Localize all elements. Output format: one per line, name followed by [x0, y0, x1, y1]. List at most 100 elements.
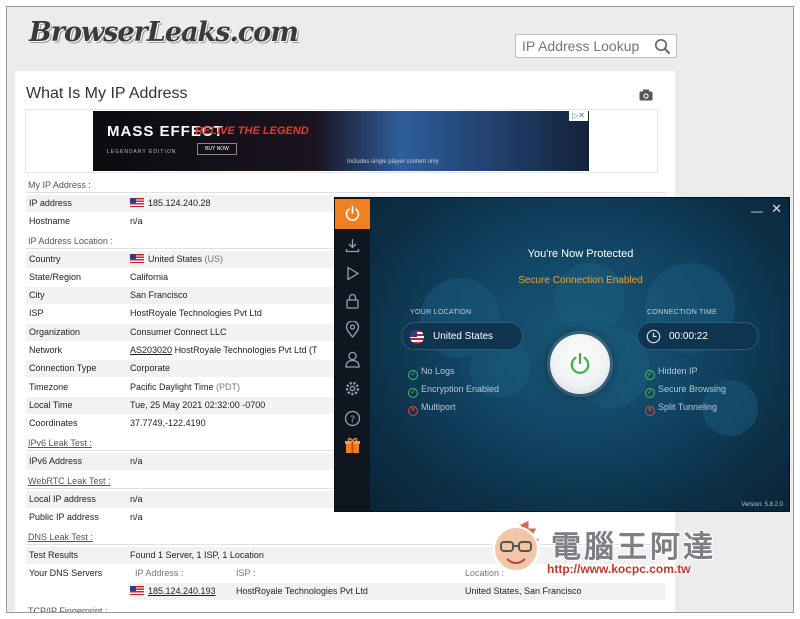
watermark: 電腦王阿達 http://www.kocpc.com.tw: [477, 502, 793, 612]
row-value: HostRoyale Technologies Pvt Ltd: [130, 308, 262, 318]
dns-ip-link[interactable]: 185.124.240.193: [148, 586, 216, 596]
location-value: United States: [433, 331, 494, 342]
us-flag-icon: [410, 330, 424, 344]
power-icon: [570, 352, 590, 374]
ad-fine-print: Includes single player content only: [347, 159, 439, 165]
row-label: State/Region: [29, 272, 82, 282]
row-label: Test Results: [29, 550, 79, 560]
download-icon: [345, 239, 360, 253]
row-value: San Francisco: [130, 290, 188, 300]
site-logo[interactable]: BrowserLeaks.com: [29, 17, 299, 48]
page-title: What Is My IP Address: [26, 85, 188, 102]
asn-link[interactable]: AS203020: [130, 345, 172, 355]
us-flag-icon: [130, 254, 144, 263]
feature-split-tunneling: ✕ Split Tunneling: [645, 402, 717, 416]
row-value: Tue, 25 May 2021 02:32:00 -0700: [130, 400, 266, 410]
dns-ip: 185.124.240.193: [130, 586, 216, 596]
search-box[interactable]: [515, 34, 677, 58]
cross-icon: ✕: [408, 406, 418, 416]
ad-close-icon[interactable]: ▷✕: [569, 111, 588, 121]
check-icon: ✓: [408, 370, 418, 380]
location-label: YOUR LOCATION: [410, 309, 472, 316]
ipv6-test-link[interactable]: IPv6 Leak Test :: [28, 438, 92, 448]
row-label: Public IP address: [29, 512, 99, 522]
feature-multiport: ✕ Multiport: [408, 402, 456, 416]
row-value: AS203020 HostRoyale Technologies Pvt Ltd…: [130, 345, 318, 355]
location-selector[interactable]: United States: [401, 322, 523, 350]
watermark-text: 電腦王阿達: [551, 530, 716, 565]
power-icon: [345, 205, 360, 221]
sidebar-power-tab[interactable]: [335, 199, 370, 229]
camera-icon[interactable]: [639, 89, 653, 101]
feature-hidden-ip: ✓ Hidden IP: [645, 366, 698, 380]
play-icon: [347, 266, 360, 281]
browser-viewport: BrowserLeaks.com What Is My IP Address M…: [6, 6, 794, 613]
sidebar-play-item[interactable]: [335, 259, 370, 289]
row-label: Your DNS Servers: [29, 568, 103, 578]
row-value: 37.7749,-122.4190: [130, 418, 206, 428]
vpn-status-title: You're Now Protected: [527, 248, 634, 260]
search-icon[interactable]: [654, 38, 671, 55]
webrtc-test-link[interactable]: WebRTC Leak Test :: [28, 476, 111, 486]
row-value: 185.124.240.28: [130, 198, 211, 208]
row-label: Network: [29, 345, 63, 355]
sidebar-account-item[interactable]: [335, 345, 370, 375]
gift-icon: [345, 437, 360, 453]
ad-edition: LEGENDARY EDITION: [107, 149, 177, 155]
row-label: Timezone: [29, 382, 69, 392]
connection-time-value: 00:00:22: [669, 331, 708, 342]
clock-icon: [646, 329, 661, 344]
ad-banner[interactable]: MASS EFFECT LEGENDARY EDITION RELIVE THE…: [93, 111, 589, 171]
row-label: Local IP address: [29, 494, 96, 504]
user-icon: [345, 351, 360, 368]
feature-encryption: ✓ Encryption Enabled: [408, 384, 499, 398]
watermark-url: http://www.kocpc.com.tw: [547, 562, 691, 576]
row-label: City: [29, 290, 45, 300]
feature-secure-browsing: ✓ Secure Browsing: [645, 384, 726, 398]
vpn-status-subtitle: Secure Connection Enabled: [518, 275, 643, 286]
row-label: ISP: [29, 308, 44, 318]
row-value: n/a: [130, 456, 143, 466]
connection-time-label: CONNECTION TIME: [647, 309, 718, 316]
sidebar-gift-item[interactable]: [335, 431, 370, 461]
sidebar-lock-item[interactable]: [335, 287, 370, 317]
lock-icon: [346, 293, 359, 309]
section-my-ip: My IP Address :: [26, 178, 666, 193]
row-label: Organization: [29, 327, 81, 337]
check-icon: ✓: [645, 388, 655, 398]
vpn-close-button[interactable]: ✕: [771, 201, 782, 217]
location-pin-icon: [345, 321, 360, 338]
vpn-connect-button[interactable]: [550, 334, 610, 394]
ad-buy-button[interactable]: BUY NOW: [197, 143, 237, 155]
sidebar-help-item[interactable]: ?: [335, 403, 370, 433]
row-value: n/a: [130, 512, 143, 522]
row-label: IPv6 Address: [29, 456, 83, 466]
row-label: IP address: [29, 198, 72, 208]
connection-time-display: 00:00:22: [637, 322, 759, 350]
help-icon: ?: [344, 410, 361, 427]
dns-col-isp-header: ISP :: [236, 568, 256, 578]
row-label: Hostname: [29, 216, 71, 226]
row-value: Consumer Connect LLC: [130, 327, 227, 337]
feature-no-logs: ✓ No Logs: [408, 366, 455, 380]
sidebar-download-item[interactable]: [335, 231, 370, 261]
dns-col-ip-header: IP Address :: [135, 568, 184, 578]
search-input[interactable]: [516, 35, 648, 57]
mascot-icon: [493, 517, 541, 572]
row-value: Pacific Daylight Time (PDT): [130, 382, 241, 392]
vpn-minimize-button[interactable]: —: [751, 204, 763, 218]
row-label: Country: [29, 254, 61, 264]
row-value: California: [130, 272, 169, 282]
gear-icon: [345, 381, 360, 396]
sidebar-ip-item[interactable]: [335, 315, 370, 345]
us-flag-icon: [130, 586, 144, 595]
svg-text:?: ?: [350, 414, 355, 425]
row-value: Corporate: [130, 363, 171, 373]
dns-test-link[interactable]: DNS Leak Test :: [28, 532, 93, 542]
sidebar-settings-item[interactable]: [335, 374, 370, 404]
ad-headline: RELIVE THE LEGEND: [195, 125, 309, 137]
vpn-main-panel: — ✕ You're Now Protected Secure Connecti…: [370, 198, 789, 511]
row-value: n/a: [130, 494, 143, 504]
check-icon: ✓: [408, 388, 418, 398]
row-label: Coordinates: [29, 418, 78, 428]
